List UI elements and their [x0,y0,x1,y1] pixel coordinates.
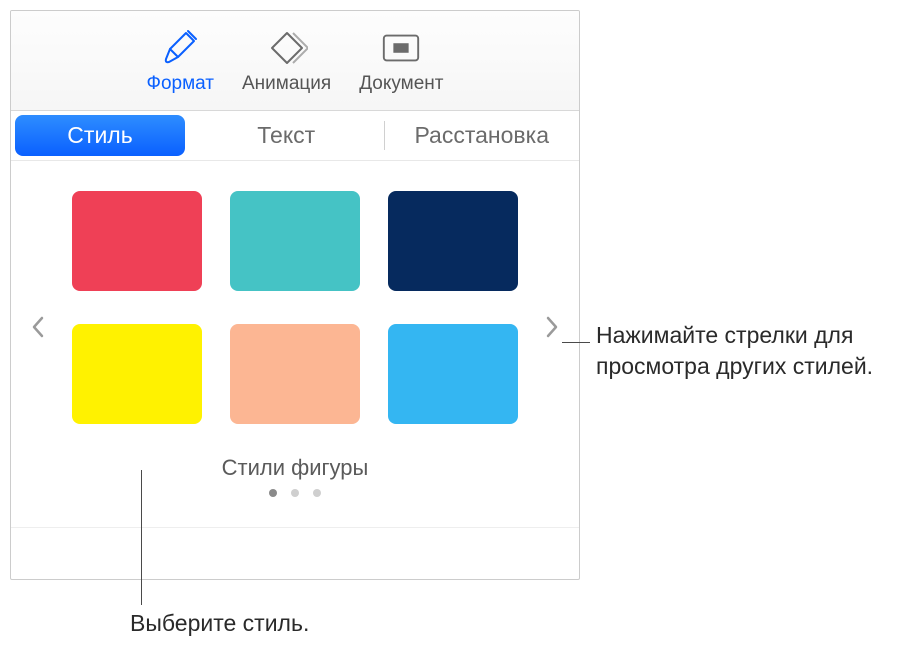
swatch-sky[interactable] [388,324,518,424]
callout-line [562,342,590,343]
styles-section-label: Стили фигуры [222,455,369,481]
tab-style[interactable]: Стиль [15,115,185,156]
diamond-icon [266,27,308,69]
scroll-hint [11,527,579,533]
swatch-grid [72,191,518,429]
inspector-panel: Формат Анимация Документ Стиль [10,10,580,580]
toolbar-document-label: Документ [359,73,443,95]
page-dot[interactable] [269,489,277,497]
swatch-teal[interactable] [230,191,360,291]
page-dot[interactable] [313,489,321,497]
tab-arrange-label: Расстановка [414,122,549,149]
paintbrush-icon [159,27,201,69]
swatch-red[interactable] [72,191,202,291]
toolbar: Формат Анимация Документ [11,11,579,111]
toolbar-document-button[interactable]: Документ [359,27,443,95]
toolbar-animation-label: Анимация [242,73,331,95]
format-tabs: Стиль Текст Расстановка [11,111,579,161]
callout-line [141,470,142,605]
swatch-navy[interactable] [388,191,518,291]
tab-arrange[interactable]: Расстановка [385,111,580,160]
callout-arrows: Нажимайте стрелки для просмотра других с… [596,320,886,382]
swatch-peach[interactable] [230,324,360,424]
styles-next-button[interactable] [537,316,567,345]
styles-area: Стили фигуры [11,161,579,527]
styles-prev-button[interactable] [23,316,53,345]
toolbar-format-label: Формат [147,73,215,95]
page-dot[interactable] [291,489,299,497]
toolbar-format-button[interactable]: Формат [147,27,215,95]
page-dots [269,489,321,497]
document-icon [380,27,422,69]
swatch-yellow[interactable] [72,324,202,424]
tab-text[interactable]: Текст [189,111,384,160]
toolbar-animation-button[interactable]: Анимация [242,27,331,95]
tab-style-label: Стиль [67,122,132,149]
callout-choose: Выберите стиль. [130,610,309,637]
tab-text-label: Текст [257,122,315,149]
